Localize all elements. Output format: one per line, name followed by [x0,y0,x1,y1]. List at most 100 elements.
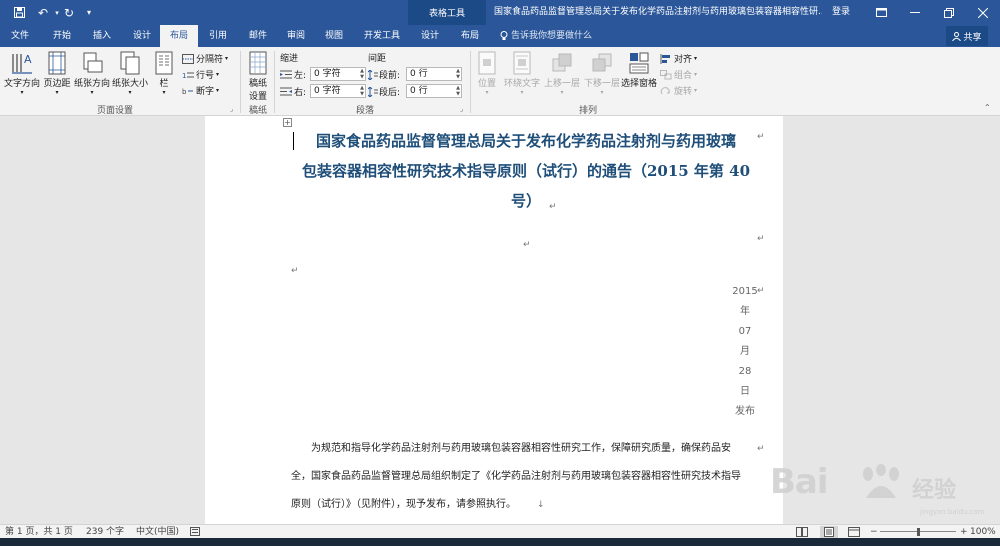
orientation-button[interactable]: 纸张方向 ▾ [74,51,110,96]
date-day-unit: 日 [740,386,750,397]
save-icon[interactable] [8,0,30,25]
paragraph-launcher-icon[interactable]: ⌟ [460,105,463,113]
tab-view[interactable]: 视图 [316,25,352,47]
paragraph-mark-icon: ↓ [537,500,545,510]
margins-button[interactable]: 页边距 ▾ [42,51,72,96]
tell-me-box[interactable]: 告诉我你想要做什么 [500,25,592,47]
tab-layout[interactable]: 布局 [160,25,198,47]
share-button[interactable]: 共享 [946,26,988,46]
spacing-before-value: 0 行 [410,69,428,79]
group-objects-button[interactable]: 组合 ▾ [660,67,697,82]
tab-home[interactable]: 开始 [44,25,80,47]
bring-forward-label: 上移一层 [543,79,580,89]
rotate-icon [660,86,670,94]
position-button[interactable]: 位置 ▾ [474,51,500,96]
indent-heading: 缩进 [280,54,299,64]
columns-label: 栏 [159,79,169,89]
redo-icon[interactable]: ↻ [58,0,80,25]
page-setup-launcher-icon[interactable]: ⌟ [230,105,233,113]
spacing-after-input[interactable]: 0 行 ▲ ▼ [406,84,462,98]
selection-pane-button[interactable]: 选择窗格 [620,51,658,89]
zoom-slider-thumb[interactable] [916,528,920,536]
manuscript-settings-button[interactable]: 稿纸 设置 [244,51,272,102]
close-icon[interactable] [966,0,1000,25]
tab-developer[interactable]: 开发工具 [356,25,408,47]
title-line-2: 包装容器相容性研究技术指导原则（试行）的通告（2015 年第 40 [301,162,751,180]
wrap-text-label: 环绕文字 [503,79,540,89]
chevron-down-icon: ▾ [20,89,24,96]
spacing-after-label: 段后: [379,88,401,98]
body-paragraph-line-1: 为规范和指导化学药品注射剂与药用玻璃包装容器相容性研究工作，保障研究质量，确保药… [311,443,731,454]
indent-left-input[interactable]: 0 字符 ▲ ▼ [310,67,366,81]
document-page[interactable]: + 国家食品药品监督管理总局关于发布化学药品注射剂与药用玻璃 包装容器相容性研究… [205,116,783,524]
login-link[interactable]: 登录 [832,0,850,25]
chevron-down-icon: ▾ [90,89,94,96]
tab-design[interactable]: 设计 [124,25,160,47]
tab-table-layout[interactable]: 布局 [452,25,488,47]
tab-file[interactable]: 文件 [2,25,38,47]
os-taskbar [0,538,1000,546]
collapse-ribbon-icon[interactable]: ⌃ [984,103,991,112]
rotate-button[interactable]: 旋转 ▾ [660,83,697,98]
ribbon-display-options-icon[interactable] [864,0,898,25]
svg-text:1: 1 [182,72,186,80]
send-backward-button[interactable]: 下移一层 ▾ [582,51,622,96]
spacing-after-icon [368,86,378,97]
columns-button[interactable]: 栏 ▾ [152,51,176,96]
spinner-arrows-icon[interactable]: ▲ ▼ [360,68,364,80]
chevron-down-icon: ▾ [560,89,564,96]
lightbulb-icon [500,31,508,40]
window-title: 国家食品药品监督管理总局关于发布化学药品注射剂与药用玻璃包装容器相容性研... [494,7,822,17]
language[interactable]: 中文(中国) [136,525,179,539]
spinner-arrows-icon[interactable]: ▲ ▼ [360,85,364,97]
print-layout-icon[interactable] [820,526,838,538]
zoom-out-icon[interactable]: − [870,525,878,539]
paragraph-mark-icon: ↵ [549,202,557,212]
text-direction-button[interactable]: A 文字方向 ▾ [4,51,40,96]
indent-right-value: 0 字符 [314,86,341,96]
restore-icon[interactable] [932,0,966,25]
body-paragraph-line-3: 原则（试行）》（见附件），现予发布，请参照执行。 [291,499,516,510]
line-numbers-label: 行号 [196,71,215,81]
zoom-in-icon[interactable]: + [960,525,968,539]
chevron-down-icon: ▾ [216,87,220,94]
minimize-icon[interactable] [898,0,932,25]
paragraph-mark-icon: ↵ [291,266,299,276]
tell-me-text: 告诉我你想要做什么 [511,31,593,41]
hyphenation-button[interactable]: b 断字 ▾ [182,83,219,98]
paragraph-group-label: 段落 [355,106,374,116]
align-button[interactable]: 对齐 ▾ [660,51,697,66]
chevron-down-icon: ▾ [694,55,698,62]
title-line-1: 国家食品药品监督管理总局关于发布化学药品注射剂与药用玻璃 [315,132,736,150]
customize-qat-icon[interactable]: ▾ [78,0,100,25]
manuscript-icon [249,51,267,75]
indent-right-input[interactable]: 0 字符 ▲ ▼ [310,84,366,98]
spinner-arrows-icon[interactable]: ▲ ▼ [456,68,460,80]
line-numbers-button[interactable]: 1 行号 ▾ [182,67,219,82]
margins-icon [48,51,66,75]
spacing-after-row: 段后: [368,85,400,98]
bring-forward-button[interactable]: 上移一层 ▾ [542,51,582,96]
tab-insert[interactable]: 插入 [84,25,120,47]
indent-right-icon [280,87,292,96]
margins-label: 页边距 [43,79,71,89]
tab-mailings[interactable]: 邮件 [240,25,276,47]
selection-pane-icon [629,52,649,74]
spacing-before-input[interactable]: 0 行 ▲ ▼ [406,67,462,81]
group-separator [470,51,471,113]
breaks-button[interactable]: 分隔符 ▾ [182,51,228,66]
spacing-after-value: 0 行 [410,86,428,96]
paragraph-mark-icon: ↵ [757,132,765,142]
svg-text:b: b [182,88,187,96]
tab-references[interactable]: 引用 [200,25,236,47]
svg-text:A: A [24,53,32,66]
breaks-icon [182,53,194,64]
size-button[interactable]: 纸张大小 ▾ [112,51,148,96]
wrap-text-button[interactable]: 环绕文字 ▾ [502,51,542,96]
tab-review[interactable]: 审阅 [278,25,314,47]
zoom-level[interactable]: 100% [970,525,996,539]
word-count[interactable]: 239 个字 [86,525,124,539]
spinner-arrows-icon[interactable]: ▲ ▼ [456,85,460,97]
tab-table-design[interactable]: 设计 [412,25,448,47]
page-count[interactable]: 第 1 页，共 1 页 [5,525,73,539]
